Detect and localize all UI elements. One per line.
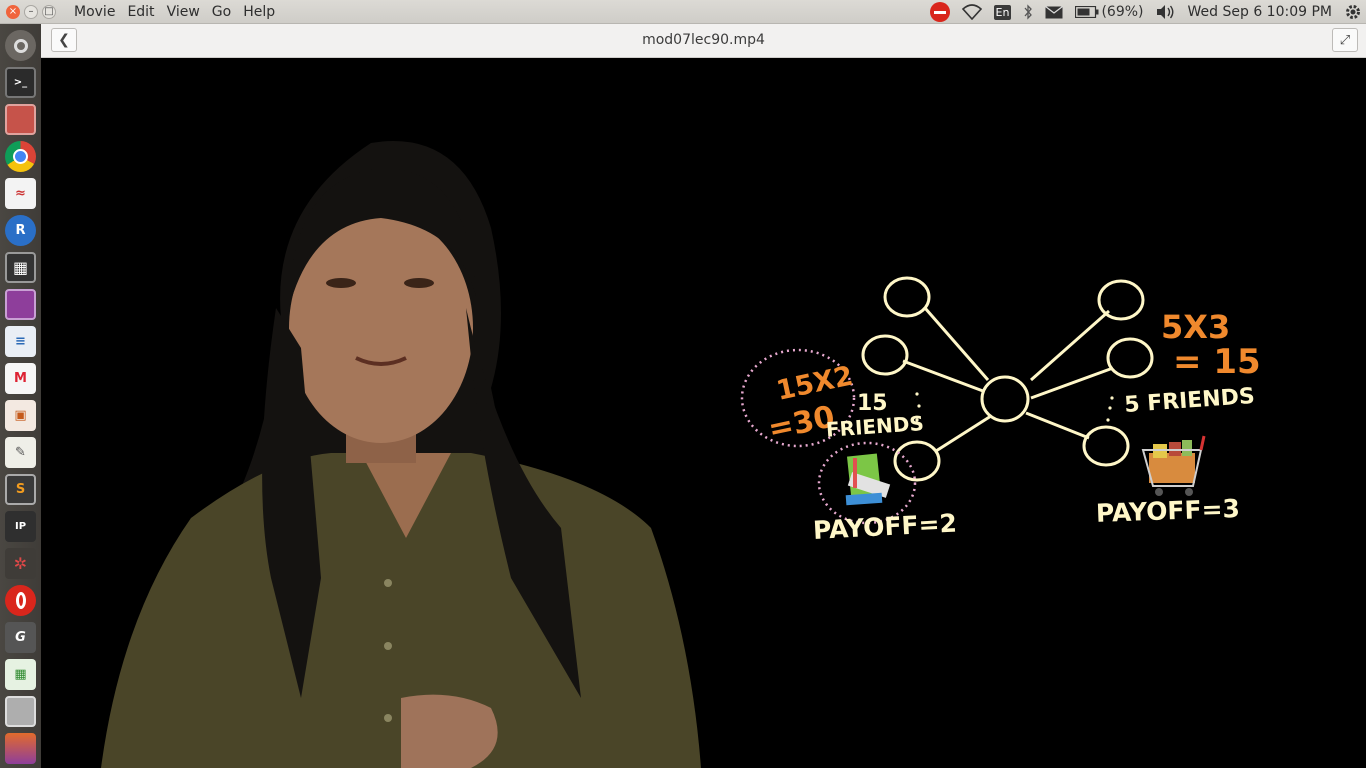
video-editor-icon[interactable]: ▦ [5,252,36,283]
archive-icon[interactable] [5,104,36,135]
right-calc-line1: 5X3 [1161,308,1230,346]
window-controls: × – □ [6,4,56,19]
media-icon[interactable] [5,289,36,320]
do-not-disturb-icon[interactable] [929,2,950,22]
bluetooth-icon[interactable] [1023,4,1033,20]
edge-right-3 [1025,411,1090,440]
video-canvas[interactable]: 15X2 =30 15 FRIENDS PAYOFF=2 5X3 = 15 5 … [41,58,1366,768]
volume-icon[interactable] [1156,4,1176,20]
writer-doc-icon[interactable]: ≡ [5,326,36,357]
shopping-cart-icon [1141,435,1206,496]
minimize-icon[interactable]: – [24,4,38,19]
chrome-icon[interactable] [5,141,36,172]
left-friends-label: FRIENDS [825,411,924,442]
clock[interactable]: Wed Sep 6 10:09 PM [1188,4,1332,20]
battery-icon [1075,6,1099,18]
text-editor-icon[interactable]: ✎ [5,437,36,468]
menubar: Movie Edit View Go Help [68,4,281,20]
ubuntu-dash-icon[interactable] [5,30,36,61]
menu-help[interactable]: Help [237,4,281,20]
ipython-icon[interactable]: IP [5,511,36,542]
sublime-text-icon[interactable]: S [5,474,36,505]
pdf-viewer-icon[interactable]: ≈ [5,178,36,209]
edge-left-2 [902,359,984,393]
edge-left-3 [935,414,992,453]
video-frame: 15X2 =30 15 FRIENDS PAYOFF=2 5X3 = 15 5 … [101,141,1261,768]
right-calc-line2: = 15 [1173,342,1261,382]
app-icon[interactable] [5,733,36,764]
maximize-icon[interactable]: □ [42,4,56,19]
edge-left-1 [923,307,990,381]
battery-indicator[interactable]: (69%) [1075,4,1144,20]
right-friends-label: 5 FRIENDS [1124,384,1256,418]
terminal-icon[interactable]: >_ [5,67,36,98]
keyboard-layout-indicator[interactable]: En [993,4,1012,20]
opera-icon[interactable] [5,585,36,616]
wifi-icon[interactable] [961,4,982,20]
ellipsis-dots [915,392,1114,422]
network-icon[interactable]: ✲ [5,548,36,579]
edge-right-2 [1030,366,1114,400]
node-left-1 [883,276,931,318]
gmail-icon[interactable]: M [5,363,36,394]
node-right-2 [1106,337,1154,379]
battery-percent: (69%) [1101,4,1144,20]
network-diagram [861,276,1154,482]
top-panel: × – □ Movie Edit View Go Help En (69%) W… [0,0,1366,24]
geogebra-icon[interactable]: G [5,622,36,653]
gear-icon[interactable] [1344,3,1362,21]
window-title: mod07lec90.mp4 [642,32,765,48]
left-payoff: PAYOFF=2 [812,509,957,545]
r-icon[interactable]: R [5,215,36,246]
window-titlebar: ❮ mod07lec90.mp4 ⤢ [41,24,1366,58]
node-left-3 [893,440,941,482]
node-right-3 [1082,425,1130,467]
fullscreen-button[interactable]: ⤢ [1332,28,1358,52]
launcher: >_ ≈ R ▦ ≡ M ▣ ✎ S IP ✲ G ▦ [0,24,42,768]
books-icon [845,453,891,506]
impress-icon[interactable]: ▣ [5,400,36,431]
presenter-figure [101,141,701,768]
system-indicators: En (69%) Wed Sep 6 10:09 PM [929,0,1362,24]
edge-right-1 [1030,309,1110,382]
left-friends-count: 15 [857,391,888,416]
mail-icon[interactable] [1045,5,1064,19]
node-left-2 [861,334,909,376]
menu-go[interactable]: Go [206,4,237,20]
menu-view[interactable]: View [161,4,206,20]
left-calc-line1: 15X2 [774,360,856,406]
expand-icon: ⤢ [1339,32,1351,48]
menu-movie[interactable]: Movie [68,4,121,20]
node-center [980,375,1030,423]
node-right-1 [1097,279,1145,321]
close-icon[interactable]: × [6,4,20,19]
menu-edit[interactable]: Edit [121,4,160,20]
right-payoff: PAYOFF=3 [1095,494,1240,528]
storage-icon[interactable] [5,696,36,727]
spreadsheet-icon[interactable]: ▦ [5,659,36,690]
